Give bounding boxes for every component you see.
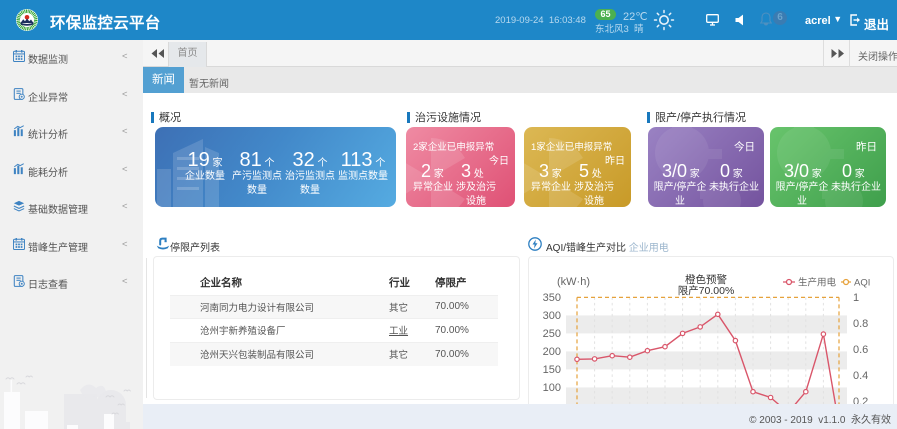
svg-text:300: 300 xyxy=(543,310,561,322)
svg-text:生产用电: 生产用电 xyxy=(798,277,837,289)
svg-text:0.4: 0.4 xyxy=(853,370,868,382)
svg-text:250: 250 xyxy=(543,328,561,340)
svg-text:100: 100 xyxy=(543,382,561,394)
svg-text:限产70.00%: 限产70.00% xyxy=(678,284,735,297)
svg-text:AQI: AQI xyxy=(854,278,870,289)
svg-text:1: 1 xyxy=(853,292,859,304)
svg-text:150: 150 xyxy=(543,364,561,376)
svg-text:(kW·h): (kW·h) xyxy=(557,276,590,288)
svg-text:200: 200 xyxy=(543,346,561,358)
svg-text:0.6: 0.6 xyxy=(853,344,868,356)
svg-text:0.8: 0.8 xyxy=(853,318,868,330)
svg-text:350: 350 xyxy=(543,292,561,304)
